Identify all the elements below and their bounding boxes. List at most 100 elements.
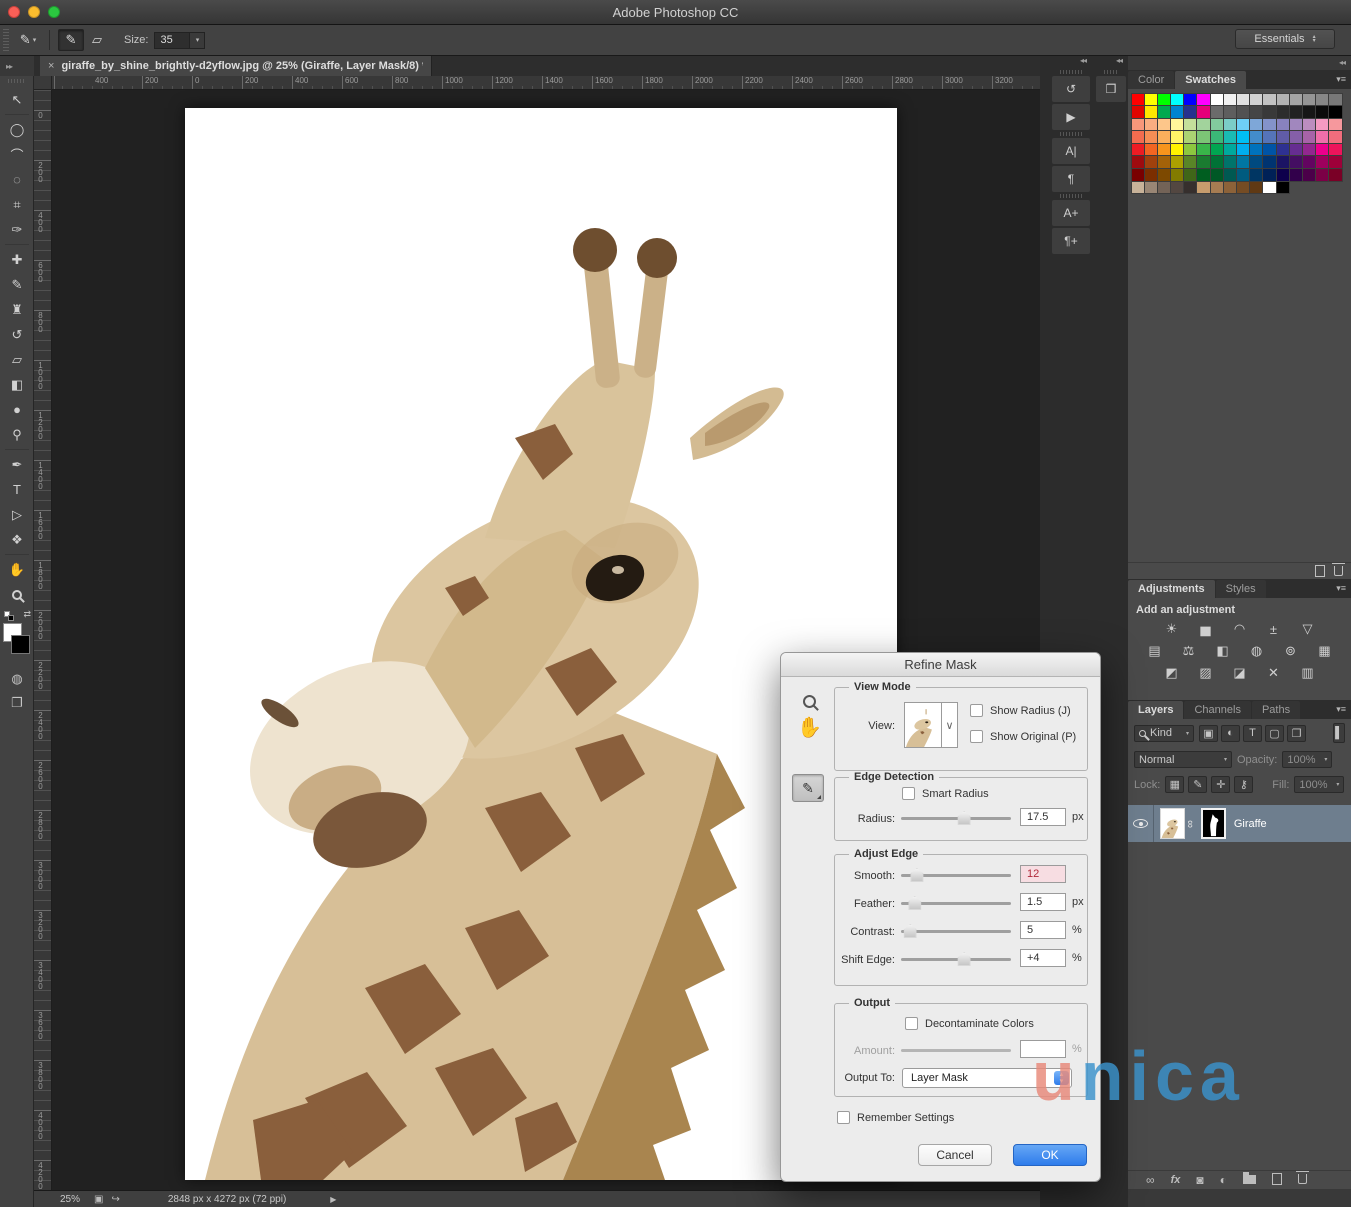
color-swatch[interactable] (1290, 156, 1302, 168)
minimize-window-button[interactable] (28, 6, 40, 18)
fill-field[interactable]: 100%▾ (1294, 776, 1344, 793)
dock-collapse-icon-2[interactable]: ◂◂ (1096, 56, 1126, 68)
hand-tool[interactable]: ✋ (0, 557, 34, 582)
color-swatch[interactable] (1250, 182, 1262, 194)
color-swatch[interactable] (1329, 94, 1341, 106)
view-mode-thumbnail[interactable] (904, 702, 942, 748)
color-swatch[interactable] (1224, 119, 1236, 131)
color-swatch[interactable] (1277, 156, 1289, 168)
history-brush-tool[interactable]: ↺ (0, 322, 34, 347)
color-swatch[interactable] (1277, 94, 1289, 106)
color-swatch[interactable] (1329, 156, 1341, 168)
color-swatch[interactable] (1237, 144, 1249, 156)
history-panel-button[interactable]: ↺ (1052, 76, 1090, 102)
lock-all-icon[interactable]: ⚷ (1234, 776, 1253, 793)
color-swatch[interactable] (1171, 94, 1183, 106)
color-swatch[interactable] (1158, 169, 1170, 181)
blend-mode-dropdown[interactable]: Normal▾ (1134, 751, 1232, 768)
status-flyout-icon[interactable]: ▶ (330, 1195, 336, 1204)
spot-healing-brush-tool[interactable]: ✚ (0, 247, 34, 272)
filter-shape-layers-icon[interactable]: ▢ (1265, 725, 1284, 742)
brush-size-input[interactable]: 35 (154, 32, 190, 49)
color-swatch[interactable] (1250, 131, 1262, 143)
color-lookup-icon[interactable]: ▦ (1312, 642, 1338, 660)
type-tool[interactable]: T (0, 477, 34, 502)
color-swatch[interactable] (1211, 156, 1223, 168)
view-mode-dropdown-icon[interactable]: ∨ (942, 702, 958, 748)
tab-color[interactable]: Color (1128, 71, 1174, 89)
color-swatch[interactable] (1158, 131, 1170, 143)
character-styles-panel-button[interactable]: A+ (1052, 200, 1090, 226)
color-swatch[interactable] (1197, 119, 1209, 131)
color-swatch[interactable] (1237, 94, 1249, 106)
color-swatch[interactable] (1184, 131, 1196, 143)
tab-paths[interactable]: Paths (1252, 701, 1300, 719)
filter-smart-objects-icon[interactable]: ❐ (1287, 725, 1306, 742)
color-swatch[interactable] (1237, 131, 1249, 143)
color-swatch[interactable] (1197, 156, 1209, 168)
color-swatch[interactable] (1250, 156, 1262, 168)
feather-slider[interactable] (901, 902, 1011, 905)
invert-icon[interactable]: ◩ (1159, 664, 1185, 682)
color-swatch[interactable] (1303, 156, 1315, 168)
swap-colors-icon[interactable]: ⇄ (23, 609, 31, 620)
color-swatch[interactable] (1158, 106, 1170, 118)
color-swatch[interactable] (1145, 106, 1157, 118)
color-swatch[interactable] (1197, 169, 1209, 181)
color-swatch[interactable] (1158, 182, 1170, 194)
layer-filter-kind-dropdown[interactable]: Kind ▾ (1134, 725, 1194, 742)
color-swatch[interactable] (1132, 106, 1144, 118)
color-swatch[interactable] (1171, 131, 1183, 143)
layer-row-giraffe[interactable]: ∞ Giraffe (1128, 805, 1351, 842)
color-swatch[interactable] (1197, 182, 1209, 194)
color-swatch[interactable] (1224, 144, 1236, 156)
brightness-contrast-icon[interactable]: ☀ (1159, 620, 1185, 638)
color-swatch[interactable] (1237, 169, 1249, 181)
layer-effects-icon[interactable]: fx (1171, 1174, 1181, 1186)
new-layer-icon[interactable] (1272, 1173, 1282, 1188)
show-original-checkbox[interactable] (970, 730, 983, 743)
dock-collapse-icon[interactable]: ◂◂ (1052, 56, 1090, 68)
crop-tool[interactable]: ⌗ (0, 192, 34, 217)
color-swatch[interactable] (1303, 131, 1315, 143)
brush-tool[interactable]: ✎ (0, 272, 34, 297)
color-swatch[interactable] (1237, 156, 1249, 168)
color-swatch[interactable] (1224, 169, 1236, 181)
color-swatch[interactable] (1303, 106, 1315, 118)
zoom-window-button[interactable] (48, 6, 60, 18)
color-swatch[interactable] (1171, 106, 1183, 118)
new-adjustment-layer-icon[interactable]: ◐ (1220, 1173, 1227, 1187)
paragraph-styles-panel-button[interactable]: ¶+ (1052, 228, 1090, 254)
color-swatch[interactable] (1211, 106, 1223, 118)
dialog-refine-radius-brush-button[interactable]: ✎ (792, 774, 824, 802)
contrast-slider[interactable] (901, 930, 1011, 933)
color-swatch[interactable] (1303, 119, 1315, 131)
color-swatch[interactable] (1263, 131, 1275, 143)
color-swatch[interactable] (1184, 94, 1196, 106)
lasso-tool[interactable]: ⌒ (0, 142, 34, 167)
screen-mode-button[interactable]: ❐ (0, 691, 34, 715)
filter-type-layers-icon[interactable]: T (1243, 725, 1262, 742)
color-swatch[interactable] (1290, 169, 1302, 181)
color-swatch[interactable] (1316, 106, 1328, 118)
radius-field[interactable]: 17.5 (1020, 808, 1066, 826)
color-swatch[interactable] (1132, 156, 1144, 168)
actions-panel-button[interactable]: ▶ (1052, 104, 1090, 130)
color-swatch[interactable] (1158, 94, 1170, 106)
color-swatch[interactable] (1211, 119, 1223, 131)
color-swatch[interactable] (1277, 119, 1289, 131)
exposure-icon[interactable]: ± (1261, 620, 1287, 638)
color-swatch[interactable] (1263, 169, 1275, 181)
tab-channels[interactable]: Channels (1184, 701, 1250, 719)
color-swatch[interactable] (1237, 106, 1249, 118)
filter-pixel-layers-icon[interactable]: ▣ (1199, 725, 1218, 742)
color-swatch[interactable] (1290, 144, 1302, 156)
color-swatch[interactable] (1224, 106, 1236, 118)
color-swatch[interactable] (1224, 131, 1236, 143)
color-swatch[interactable] (1211, 131, 1223, 143)
dodge-tool[interactable]: ⚲ (0, 422, 34, 447)
color-swatch[interactable] (1237, 119, 1249, 131)
color-swatch[interactable] (1145, 156, 1157, 168)
color-swatch[interactable] (1184, 182, 1196, 194)
refine-radius-tool-button[interactable]: ✎ (58, 29, 84, 51)
